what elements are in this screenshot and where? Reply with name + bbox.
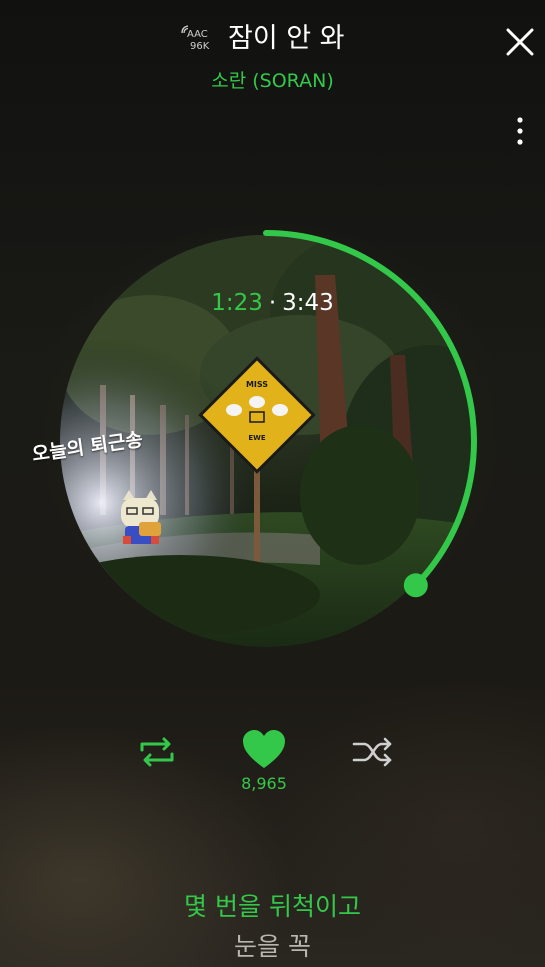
shuffle-button[interactable] [350, 732, 396, 772]
sign-top-text: MISS [246, 380, 268, 389]
repeat-button[interactable] [134, 732, 180, 772]
playback-controls: 8,965 [0, 720, 545, 810]
artist-name[interactable]: 소란 (SORAN) [0, 68, 545, 94]
heart-icon [243, 730, 285, 768]
more-vertical-icon [517, 117, 523, 145]
like-button[interactable] [240, 728, 288, 772]
audio-codec-label: AAC [187, 29, 208, 40]
shuffle-icon [352, 737, 392, 767]
like-count: 8,965 [241, 774, 287, 793]
more-options-button[interactable] [508, 112, 532, 152]
elapsed-time: 1:23 [211, 290, 263, 316]
song-title: 잠이 안 와 [228, 23, 345, 54]
close-icon [506, 28, 534, 56]
time-readout: 1:23 · 3:43 [0, 288, 545, 318]
sign-bottom-text: EWE [248, 434, 266, 442]
audio-quality-badge: AAC 96K [181, 24, 217, 54]
lyric-next-line[interactable]: 눈을 꼭 [0, 930, 545, 964]
audio-bitrate-label: 96K [190, 41, 210, 52]
close-button[interactable] [502, 24, 538, 60]
repeat-icon [140, 737, 174, 767]
total-time: 3:43 [282, 290, 334, 316]
time-separator: · [268, 290, 277, 316]
player-header: AAC 96K 잠이 안 와 소란 (SORAN) [0, 0, 545, 145]
lyric-current-line[interactable]: 몇 번을 뒤척이고 [0, 890, 545, 924]
